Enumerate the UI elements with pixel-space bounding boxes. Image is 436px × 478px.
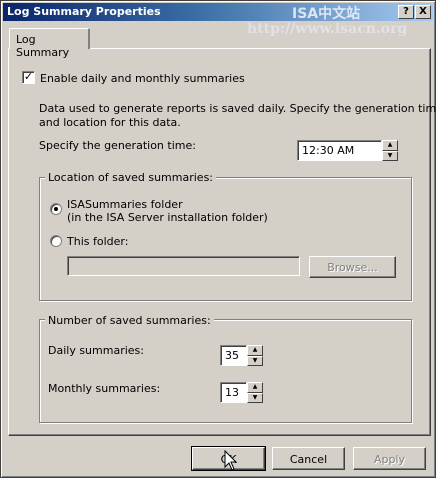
generation-time-value: 12:30 AM [302, 144, 355, 157]
log-summary-dialog: Log Summary Properties ? X ISA中文站 http:/… [0, 0, 436, 478]
daily-summaries-value: 35 [225, 349, 239, 362]
browse-button[interactable]: Browse... [309, 256, 396, 278]
mouse-pointer-icon [224, 450, 238, 471]
spin-up-icon[interactable]: ▲ [247, 345, 263, 356]
daily-summaries-spinner[interactable]: ▲ ▼ [247, 345, 263, 366]
this-folder-radio[interactable] [50, 235, 62, 247]
generation-time-input[interactable]: 12:30 AM [297, 140, 382, 161]
spin-down-icon[interactable]: ▼ [382, 150, 398, 161]
spin-up-icon[interactable]: ▲ [247, 382, 263, 393]
title-bar: Log Summary Properties ? X [3, 3, 433, 21]
watermark-brand: ISA中文站 [292, 6, 361, 22]
monthly-summaries-label: Monthly summaries: [48, 382, 161, 395]
enable-summaries-checkbox[interactable]: ✓ [22, 71, 35, 84]
isasummaries-folder-sublabel: (in the ISA Server installation folder) [67, 211, 268, 224]
description-line-2: and location for this data. [39, 116, 181, 129]
monthly-summaries-value: 13 [225, 386, 239, 399]
isasummaries-folder-label: ISASummaries folder [67, 198, 183, 211]
saved-count-group [39, 319, 412, 423]
generation-time-spinner[interactable]: ▲ ▼ [382, 140, 398, 161]
saved-count-legend: Number of saved summaries: [45, 314, 214, 327]
spin-down-icon[interactable]: ▼ [247, 392, 263, 403]
generation-time-label: Specify the generation time: [39, 139, 196, 152]
daily-summaries-label: Daily summaries: [48, 344, 144, 357]
tab-log-summary[interactable]: Log Summary [9, 28, 90, 59]
description-line-1: Data used to generate reports is saved d… [39, 102, 436, 115]
monthly-summaries-input[interactable]: 13 [220, 382, 247, 403]
watermark-url: http://www.isacn.org [247, 21, 408, 37]
location-group-legend: Location of saved summaries: [45, 171, 217, 184]
spin-up-icon[interactable]: ▲ [382, 140, 398, 151]
enable-summaries-label: Enable daily and monthly summaries [40, 72, 245, 85]
this-folder-label: This folder: [67, 235, 129, 248]
isasummaries-folder-radio[interactable] [50, 203, 62, 215]
monthly-summaries-spinner[interactable]: ▲ ▼ [247, 382, 263, 403]
cancel-button[interactable]: Cancel [272, 447, 345, 470]
help-button[interactable]: ? [398, 5, 414, 19]
spin-down-icon[interactable]: ▼ [247, 355, 263, 366]
window-title: Log Summary Properties [7, 5, 161, 18]
daily-summaries-input[interactable]: 35 [220, 345, 247, 366]
close-button[interactable]: X [415, 5, 431, 19]
folder-path-input[interactable] [67, 256, 300, 276]
apply-button[interactable]: Apply [353, 447, 426, 470]
